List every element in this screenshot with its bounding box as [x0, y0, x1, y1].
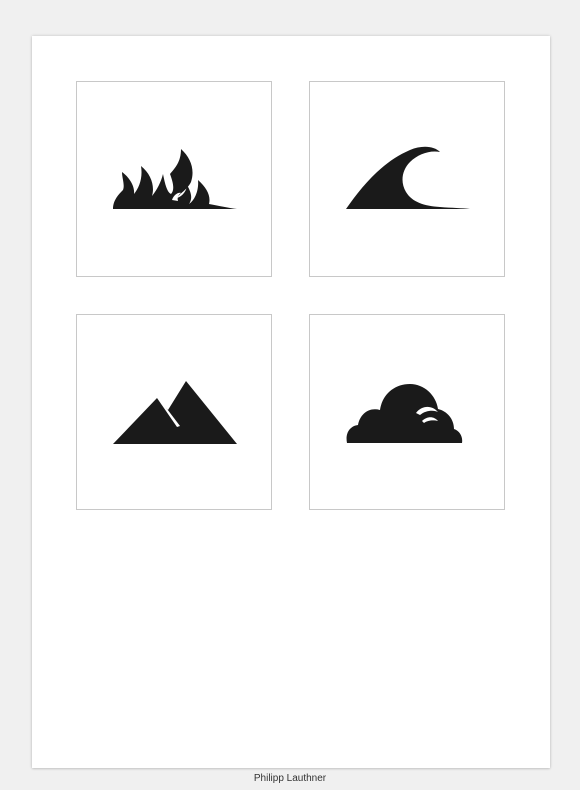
cloud-icon: [346, 384, 463, 443]
cloud-tile: [309, 314, 505, 510]
poster-sheet: [32, 36, 550, 768]
wave-tile: [309, 81, 505, 277]
fire-icon: [113, 149, 237, 209]
wave-icon: [346, 146, 470, 209]
mountain-tile: [76, 314, 272, 510]
mountain-icon: [113, 381, 237, 444]
author-credit: Philipp Lauthner: [253, 773, 327, 784]
fire-tile: [76, 81, 272, 277]
